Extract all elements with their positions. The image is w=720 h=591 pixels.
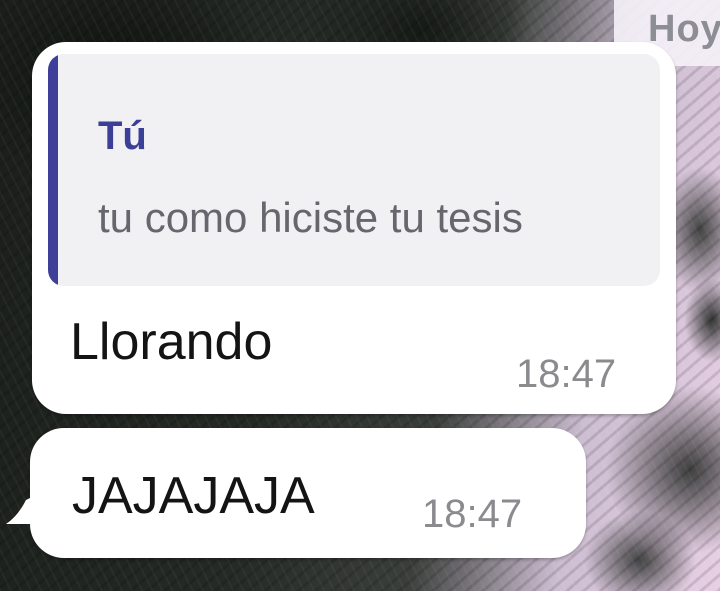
date-chip-label: Hoy (648, 8, 720, 50)
quoted-reply[interactable]: Tú tu como hiciste tu tesis (48, 54, 660, 286)
quoted-message-text: tu como hiciste tu tesis (98, 194, 523, 241)
message-timestamp: 18:47 (516, 352, 617, 396)
message-timestamp: 18:47 (422, 492, 523, 536)
message-bubble-incoming[interactable]: Tú tu como hiciste tu tesis Llorando 18:… (32, 42, 676, 414)
quote-accent-bar (48, 54, 58, 286)
message-text: JAJAJAJA (72, 467, 315, 525)
quoted-author: Tú (98, 114, 147, 158)
message-text: Llorando (70, 313, 273, 371)
message-bubble-incoming[interactable]: JAJAJAJA 18:47 (6, 428, 586, 558)
